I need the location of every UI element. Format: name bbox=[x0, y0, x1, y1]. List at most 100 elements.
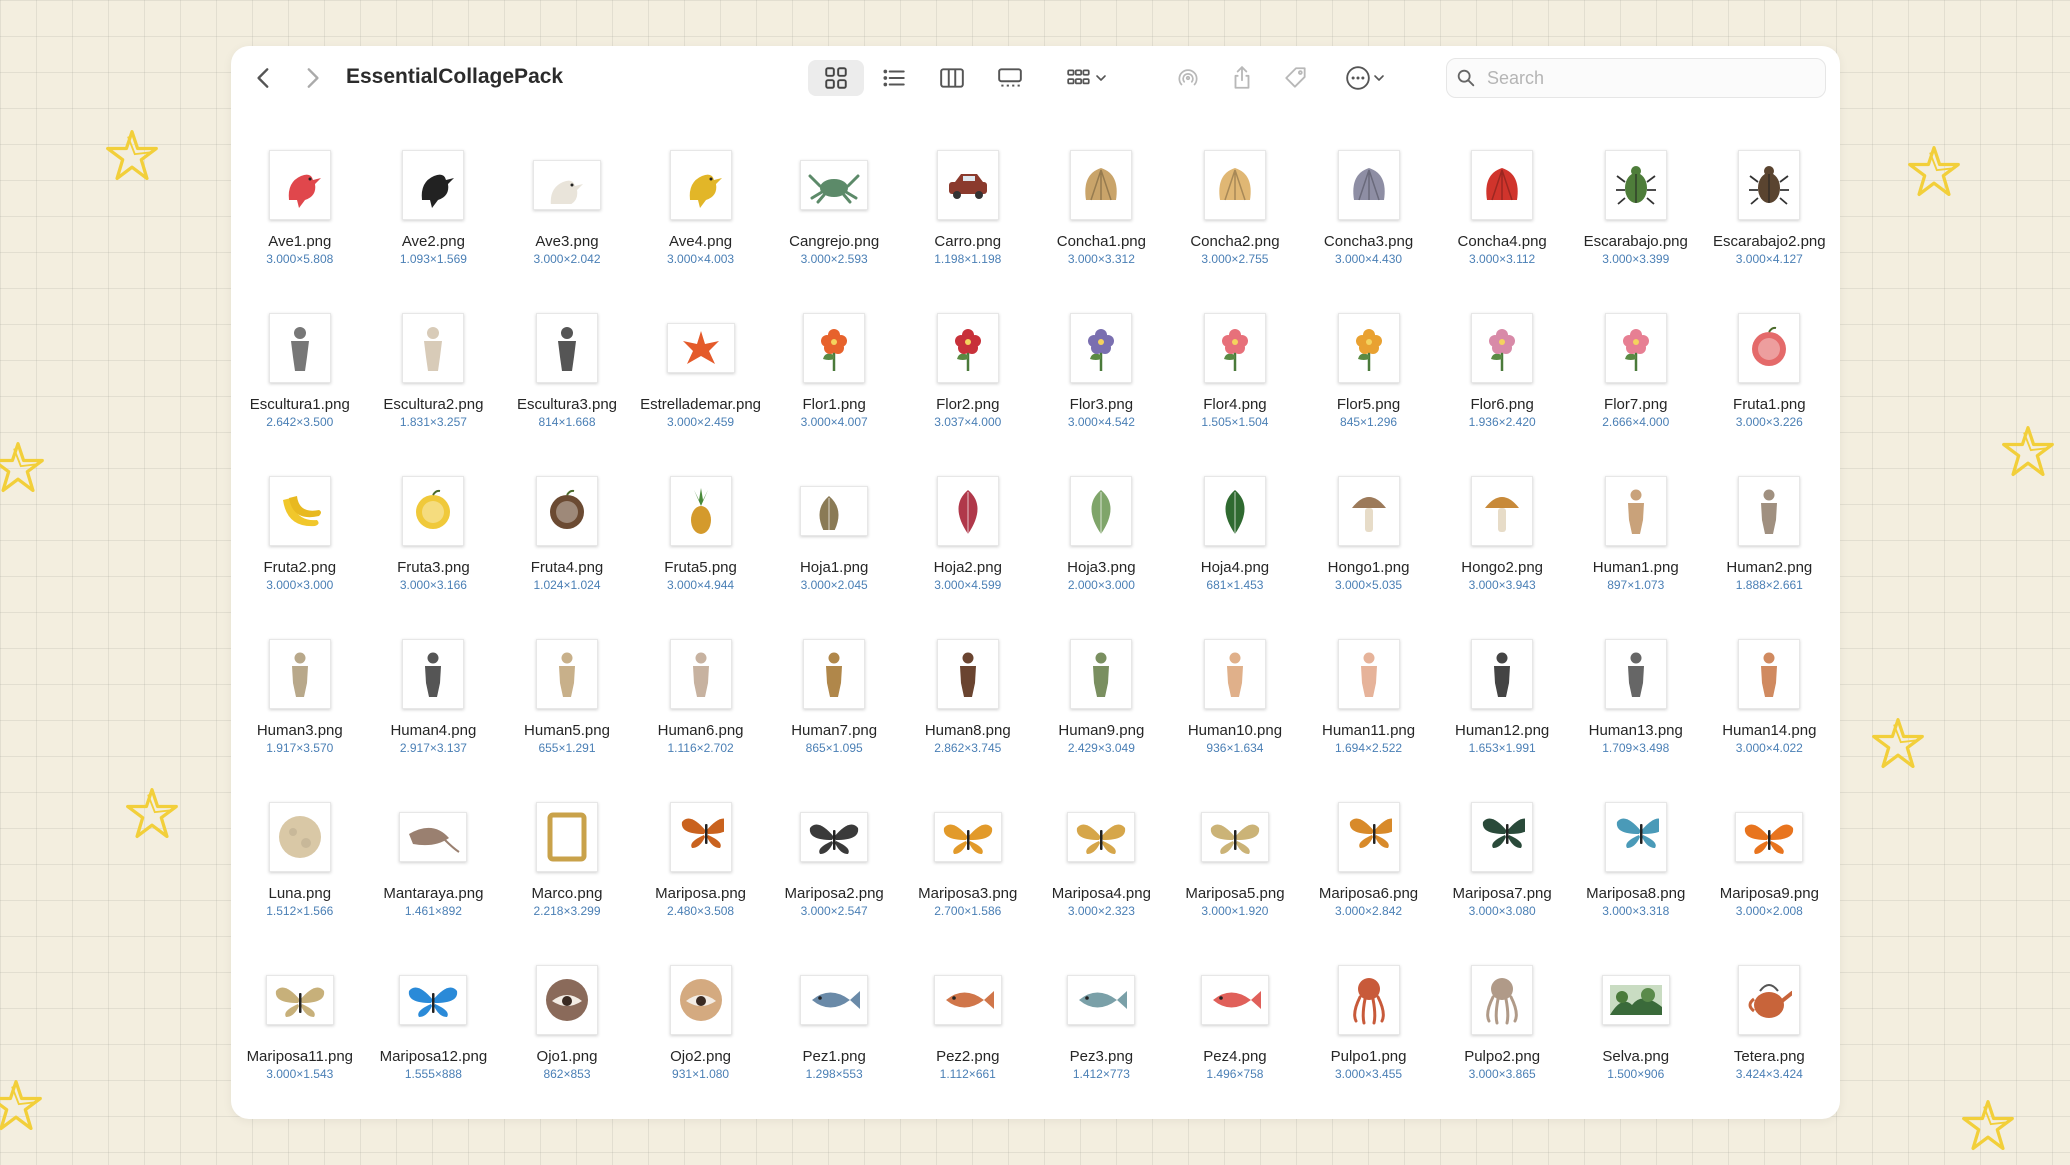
file-name[interactable]: Pulpo1.png bbox=[1306, 1047, 1432, 1066]
file-item[interactable]: Flor4.png 1.505×1.504 bbox=[1168, 309, 1302, 472]
file-item[interactable]: Human5.png 655×1.291 bbox=[500, 635, 634, 798]
file-item[interactable]: Mariposa3.png 2.700×1.586 bbox=[901, 798, 1035, 961]
file-item[interactable]: Mariposa2.png 3.000×2.547 bbox=[767, 798, 901, 961]
file-name[interactable]: Pez4.png bbox=[1172, 1047, 1298, 1066]
file-thumbnail[interactable] bbox=[1738, 639, 1801, 709]
file-name[interactable]: Cangrejo.png bbox=[771, 232, 897, 251]
file-thumbnail[interactable] bbox=[1604, 802, 1667, 872]
file-name[interactable]: Hoja1.png bbox=[771, 558, 897, 577]
file-thumbnail[interactable] bbox=[1203, 150, 1266, 220]
file-thumbnail[interactable] bbox=[803, 313, 866, 383]
file-thumbnail[interactable] bbox=[1604, 639, 1667, 709]
file-thumbnail[interactable] bbox=[669, 150, 732, 220]
file-thumbnail[interactable] bbox=[1203, 639, 1266, 709]
file-item[interactable]: Human3.png 1.917×3.570 bbox=[233, 635, 367, 798]
file-name[interactable]: Mariposa4.png bbox=[1038, 884, 1164, 903]
file-name[interactable]: Escultura1.png bbox=[237, 395, 363, 414]
more-actions-button[interactable] bbox=[1338, 60, 1394, 96]
share-button[interactable] bbox=[1224, 60, 1260, 96]
file-name[interactable]: Pez1.png bbox=[771, 1047, 897, 1066]
file-item[interactable]: Human9.png 2.429×3.049 bbox=[1035, 635, 1169, 798]
file-name[interactable]: Ojo1.png bbox=[504, 1047, 630, 1066]
file-item[interactable]: Hoja4.png 681×1.453 bbox=[1168, 472, 1302, 635]
file-name[interactable]: Mariposa12.png bbox=[370, 1047, 496, 1066]
file-item[interactable]: Hoja1.png 3.000×2.045 bbox=[767, 472, 901, 635]
file-thumbnail[interactable] bbox=[666, 323, 735, 373]
file-name[interactable]: Fruta1.png bbox=[1706, 395, 1832, 414]
file-thumbnail[interactable] bbox=[1735, 812, 1804, 862]
file-thumbnail[interactable] bbox=[933, 812, 1002, 862]
file-item[interactable]: Human11.png 1.694×2.522 bbox=[1302, 635, 1436, 798]
file-name[interactable]: Human9.png bbox=[1038, 721, 1164, 740]
file-item[interactable]: Mariposa11.png 3.000×1.543 bbox=[233, 961, 367, 1124]
file-name[interactable]: Human12.png bbox=[1439, 721, 1565, 740]
file-name[interactable]: Human14.png bbox=[1706, 721, 1832, 740]
file-name[interactable]: Mariposa.png bbox=[638, 884, 764, 903]
file-thumbnail[interactable] bbox=[399, 975, 468, 1025]
file-thumbnail[interactable] bbox=[1738, 313, 1801, 383]
file-name[interactable]: Flor6.png bbox=[1439, 395, 1565, 414]
file-name[interactable]: Human11.png bbox=[1306, 721, 1432, 740]
file-name[interactable]: Ave3.png bbox=[504, 232, 630, 251]
file-item[interactable]: Carro.png 1.198×1.198 bbox=[901, 146, 1035, 309]
file-thumbnail[interactable] bbox=[1738, 476, 1801, 546]
file-thumbnail[interactable] bbox=[268, 150, 331, 220]
file-item[interactable]: Pez3.png 1.412×773 bbox=[1035, 961, 1169, 1124]
file-name[interactable]: Flor3.png bbox=[1038, 395, 1164, 414]
back-button[interactable] bbox=[249, 60, 279, 96]
file-item[interactable]: Ojo2.png 931×1.080 bbox=[634, 961, 768, 1124]
file-name[interactable]: Selva.png bbox=[1573, 1047, 1699, 1066]
file-thumbnail[interactable] bbox=[1337, 476, 1400, 546]
file-name[interactable]: Concha3.png bbox=[1306, 232, 1432, 251]
file-item[interactable]: Mariposa.png 2.480×3.508 bbox=[634, 798, 768, 961]
file-name[interactable]: Ave2.png bbox=[370, 232, 496, 251]
file-name[interactable]: Flor7.png bbox=[1573, 395, 1699, 414]
file-item[interactable]: Human12.png 1.653×1.991 bbox=[1435, 635, 1569, 798]
file-thumbnail[interactable] bbox=[1471, 639, 1534, 709]
file-item[interactable]: Flor2.png 3.037×4.000 bbox=[901, 309, 1035, 472]
file-name[interactable]: Ojo2.png bbox=[638, 1047, 764, 1066]
file-name[interactable]: Fruta3.png bbox=[370, 558, 496, 577]
file-item[interactable]: Flor6.png 1.936×2.420 bbox=[1435, 309, 1569, 472]
file-thumbnail[interactable] bbox=[399, 812, 468, 862]
file-item[interactable]: Human13.png 1.709×3.498 bbox=[1569, 635, 1703, 798]
file-thumbnail[interactable] bbox=[669, 965, 732, 1035]
file-thumbnail[interactable] bbox=[800, 975, 869, 1025]
file-item[interactable]: Human14.png 3.000×4.022 bbox=[1703, 635, 1837, 798]
file-thumbnail[interactable] bbox=[1070, 639, 1133, 709]
file-thumbnail[interactable] bbox=[800, 486, 869, 536]
file-item[interactable]: Human7.png 865×1.095 bbox=[767, 635, 901, 798]
file-name[interactable]: Ave1.png bbox=[237, 232, 363, 251]
file-thumbnail[interactable] bbox=[532, 160, 601, 210]
file-item[interactable]: Tetera.png 3.424×3.424 bbox=[1703, 961, 1837, 1124]
file-item[interactable]: Pulpo1.png 3.000×3.455 bbox=[1302, 961, 1436, 1124]
file-item[interactable]: Fruta1.png 3.000×3.226 bbox=[1703, 309, 1837, 472]
file-item[interactable]: Human4.png 2.917×3.137 bbox=[367, 635, 501, 798]
file-thumbnail[interactable] bbox=[1604, 150, 1667, 220]
file-thumbnail[interactable] bbox=[1601, 975, 1670, 1025]
file-thumbnail[interactable] bbox=[1337, 313, 1400, 383]
file-thumbnail[interactable] bbox=[1471, 476, 1534, 546]
file-item[interactable]: Marco.png 2.218×3.299 bbox=[500, 798, 634, 961]
file-item[interactable]: Mariposa9.png 3.000×2.008 bbox=[1703, 798, 1837, 961]
group-by-button[interactable] bbox=[1059, 60, 1115, 96]
file-thumbnail[interactable] bbox=[936, 639, 999, 709]
file-item[interactable]: Mariposa12.png 1.555×888 bbox=[367, 961, 501, 1124]
file-name[interactable]: Fruta4.png bbox=[504, 558, 630, 577]
file-name[interactable]: Fruta5.png bbox=[638, 558, 764, 577]
file-name[interactable]: Human2.png bbox=[1706, 558, 1832, 577]
file-thumbnail[interactable] bbox=[1738, 965, 1801, 1035]
file-item[interactable]: Ave3.png 3.000×2.042 bbox=[500, 146, 634, 309]
file-name[interactable]: Tetera.png bbox=[1706, 1047, 1832, 1066]
file-thumbnail[interactable] bbox=[669, 802, 732, 872]
file-item[interactable]: Cangrejo.png 3.000×2.593 bbox=[767, 146, 901, 309]
file-item[interactable]: Hoja3.png 2.000×3.000 bbox=[1035, 472, 1169, 635]
file-item[interactable]: Fruta2.png 3.000×3.000 bbox=[233, 472, 367, 635]
file-thumbnail[interactable] bbox=[535, 802, 598, 872]
file-item[interactable]: Estrellademar.png 3.000×2.459 bbox=[634, 309, 768, 472]
file-item[interactable]: Mariposa5.png 3.000×1.920 bbox=[1168, 798, 1302, 961]
tag-button[interactable] bbox=[1278, 60, 1314, 96]
file-name[interactable]: Human7.png bbox=[771, 721, 897, 740]
file-thumbnail[interactable] bbox=[669, 639, 732, 709]
file-item[interactable]: Escultura2.png 1.831×3.257 bbox=[367, 309, 501, 472]
